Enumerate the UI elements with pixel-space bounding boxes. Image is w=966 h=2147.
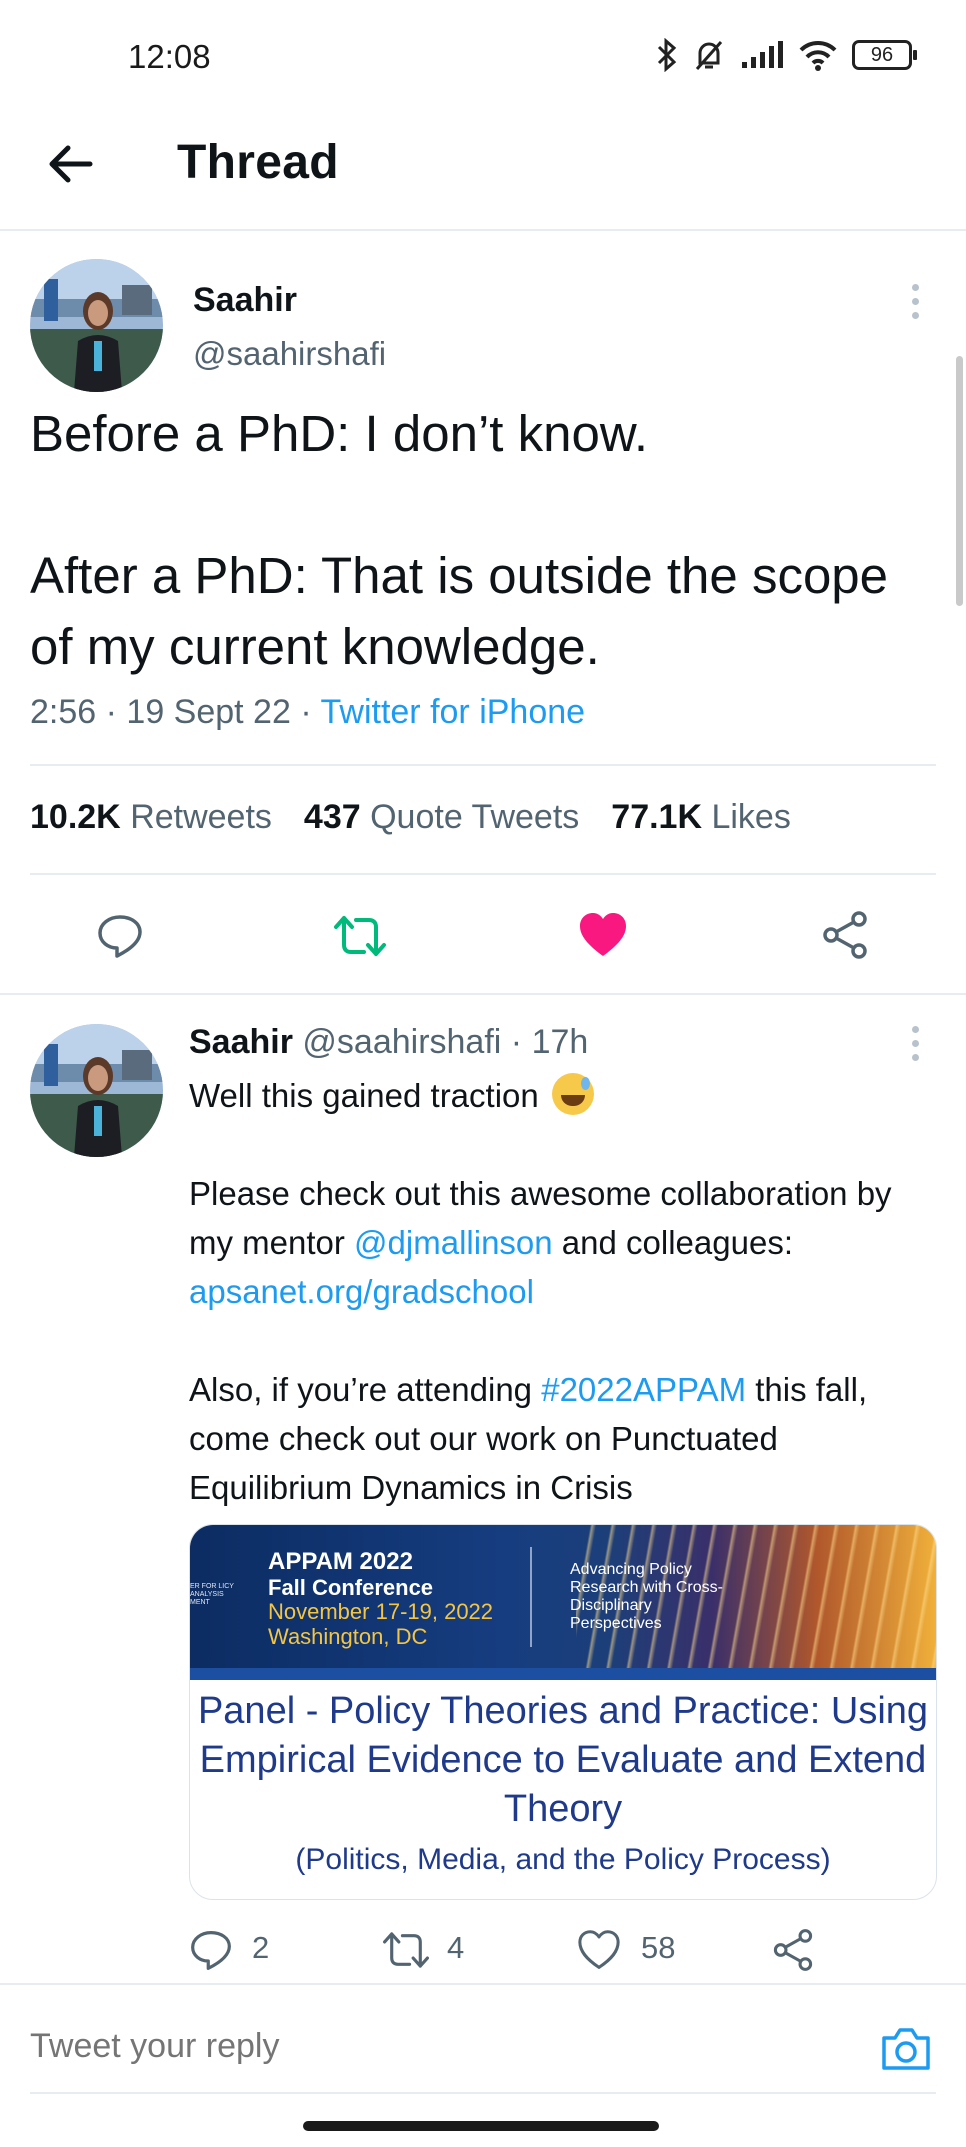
banner-band [190,1668,936,1680]
reply-line: Well this gained traction [189,1077,539,1114]
retweets-stat[interactable]: 10.2K Retweets [30,798,272,837]
tweet-source-link[interactable]: Twitter for iPhone [321,693,586,731]
reply-age: 17h [531,1023,589,1061]
header-divider [0,229,966,231]
reply-author-name[interactable]: Saahir [189,1023,293,1061]
share-icon[interactable] [771,1928,815,1972]
share-icon[interactable] [820,910,870,960]
reply-input[interactable] [30,2027,850,2066]
tweet-stats: 10.2K Retweets 437 Quote Tweets 77.1K Li… [30,798,791,837]
thread-divider [0,993,966,995]
reply-icon[interactable] [96,912,144,960]
reply-text-part: Also, if you’re attending [189,1371,542,1408]
reply-text: Well this gained traction Please check o… [189,1071,929,1561]
tweet-text-line: After a PhD: That is outside the scope o… [30,547,889,675]
card-title: Panel - Policy Theories and Practice: Us… [197,1690,929,1830]
tweet-time: 2:56 [30,693,97,731]
banner-tiny-text: ER FOR LICY ANALYSIS MENT [190,1583,234,1606]
avatar[interactable] [30,1024,163,1157]
like-icon[interactable] [578,912,628,958]
composer-bottom-divider [30,2092,936,2094]
avatar[interactable] [30,259,163,392]
status-time: 12:08 [128,38,211,75]
likes-stat[interactable]: 77.1K Likes [611,798,791,837]
banner-divider [530,1547,532,1647]
scrollbar[interactable] [956,356,963,606]
conference-banner: ER FOR LICY ANALYSIS MENT APPAM 2022 Fal… [190,1525,936,1680]
mention-link[interactable]: @djmallinson [354,1224,553,1261]
reply-count: 2 [252,1930,270,1965]
card-subtitle: (Politics, Media, and the Policy Process… [295,1843,831,1876]
retweet-icon[interactable] [381,1928,431,1972]
tweet-text: Before a PhD: I don’t know. After a PhD:… [30,398,930,682]
more-options-icon[interactable] [912,284,920,319]
meta-divider [30,764,936,766]
battery-indicator: 96 [852,40,917,70]
retweet-icon[interactable] [332,912,388,960]
page-title: Thread [177,136,339,189]
mute-icon [695,41,723,70]
back-arrow-icon[interactable] [44,138,96,190]
camera-icon[interactable] [880,2024,932,2072]
signal-icon [742,41,783,68]
banner-place: Washington, DC [268,1624,428,1649]
reply-header: Saahir @saahirshafi · 17h [189,1023,589,1061]
reply-icon[interactable] [189,1928,233,1972]
author-handle[interactable]: @saahirshafi [193,335,386,373]
author-name[interactable]: Saahir [193,281,297,320]
quote-tweets-stat[interactable]: 437 Quote Tweets [304,798,579,837]
reply-author-handle[interactable]: @saahirshafi [302,1023,501,1061]
media-card[interactable]: ER FOR LICY ANALYSIS MENT APPAM 2022 Fal… [189,1524,937,1900]
banner-tagline: Advancing Policy Research with Cross-Dis… [570,1561,723,1632]
bluetooth-icon [657,38,677,72]
hashtag-link[interactable]: #2022APPAM [541,1371,746,1408]
tweet-text-line: Before a PhD: I don’t know. [30,405,649,462]
sweat-smile-emoji-icon [551,1073,594,1115]
more-options-icon[interactable] [912,1026,920,1061]
like-icon[interactable] [577,1930,621,1970]
composer-divider [0,1983,966,1985]
banner-date: November 17-19, 2022 [268,1599,494,1624]
retweet-count: 4 [447,1930,465,1965]
status-icons: 96 [656,38,917,72]
url-link[interactable]: apsanet.org/gradschool [189,1273,534,1310]
banner-subtitle: Fall Conference [268,1575,434,1600]
wifi-icon [799,40,837,71]
home-indicator[interactable] [303,2121,659,2131]
tweet-meta: 2:56 · 19 Sept 22 · Twitter for iPhone [30,693,586,731]
like-count: 58 [641,1930,676,1965]
banner-title: APPAM 2022 [268,1548,413,1575]
tweet-date: 19 Sept 22 [126,693,291,731]
reply-text-part: and colleagues: [552,1224,793,1261]
stats-divider [30,873,936,875]
